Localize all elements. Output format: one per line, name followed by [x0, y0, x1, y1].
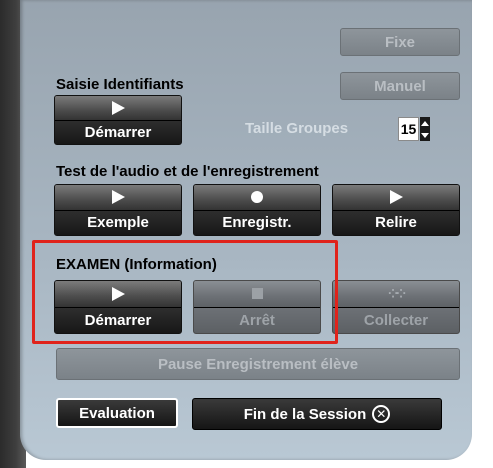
collecter-button[interactable]: ⁘⁘ Collecter [332, 280, 460, 334]
play-icon [111, 100, 125, 115]
close-icon: ✕ [372, 405, 391, 423]
taille-groupes-value[interactable]: 15 [398, 117, 419, 141]
stepper-down-icon[interactable] [420, 129, 430, 141]
exemple-button[interactable]: Exemple [54, 184, 182, 236]
fixe-button[interactable]: Fixe [340, 28, 460, 56]
record-icon [251, 191, 263, 204]
taille-groupes-label: Taille Groupes [245, 120, 349, 137]
fixe-label: Fixe [384, 33, 415, 51]
play-icon [389, 190, 403, 205]
enregistr-button[interactable]: Enregistr. [193, 184, 321, 236]
taille-groupes-stepper[interactable]: 15 [398, 117, 430, 141]
manuel-button[interactable]: Manuel [340, 72, 460, 100]
play-icon [111, 190, 125, 205]
fin-session-button[interactable]: Fin de la Session ✕ [192, 398, 442, 430]
pause-enregistrement-button[interactable]: Pause Enregistrement élève [56, 348, 460, 380]
saisie-identifiants-title: Saisie Identifiants [56, 76, 184, 93]
saisie-start-label: Démarrer [84, 123, 152, 141]
stepper-up-icon[interactable] [420, 117, 430, 129]
relire-label: Relire [375, 214, 417, 232]
collecter-label: Collecter [363, 311, 429, 329]
pause-label: Pause Enregistrement élève [157, 355, 359, 373]
enregistr-label: Enregistr. [222, 214, 292, 232]
evaluation-button[interactable]: Evaluation [56, 398, 178, 428]
examen-highlight-box [32, 240, 338, 344]
exemple-label: Exemple [87, 214, 149, 232]
relire-button[interactable]: Relire [332, 184, 460, 236]
fin-session-label: Fin de la Session [243, 405, 367, 423]
collect-icon: ⁘⁘ [387, 286, 406, 301]
evaluation-label: Evaluation [79, 404, 155, 422]
manuel-label: Manuel [374, 77, 426, 95]
audio-test-title: Test de l'audio et de l'enregistrement [56, 163, 319, 180]
saisie-start-button[interactable]: Démarrer [54, 95, 182, 145]
